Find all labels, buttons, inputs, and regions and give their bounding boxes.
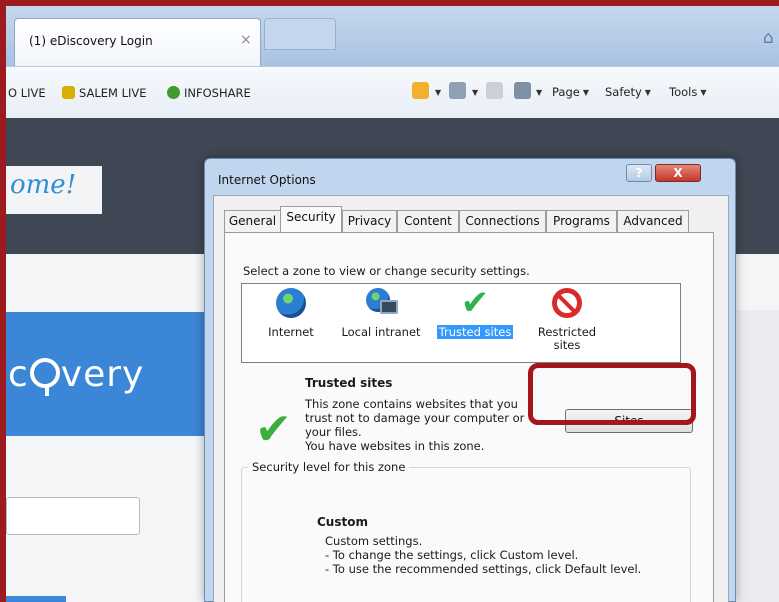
tools-menu[interactable]: Tools ▼ [669,85,707,99]
zone-label: Trusted sites [436,325,514,339]
page-menu-label: Page [552,85,580,99]
logo-text-left: c [8,354,29,395]
intranet-icon [366,288,398,318]
zone-internet[interactable]: Internet [256,288,326,339]
zone-restricted-sites[interactable]: Restricted sites [530,288,604,352]
login-input[interactable] [6,497,140,535]
tab-privacy[interactable]: Privacy [342,210,397,232]
ediscovery-logo: c very [8,354,145,396]
sites-button-highlight [528,363,696,425]
tab-advanced[interactable]: Advanced [617,210,689,232]
tools-menu-label: Tools [669,85,698,99]
login-button-edge[interactable] [6,596,66,602]
browser-tab-strip: (1) eDiscovery Login × ⌂ [6,6,779,66]
description-line: This zone contains websites that you [305,397,518,411]
description-line: - To use the recommended settings, click… [325,562,642,576]
security-level-group: Security level for this zone Custom Cust… [241,460,691,602]
selected-zone-description: This zone contains websites that you tru… [305,397,555,453]
favorites-command-bar: O LIVE SALEM LIVE INFOSHARE ▼ ▼ ▼ Page ▼ … [6,66,779,118]
welcome-text: ome! [10,170,77,200]
page-menu[interactable]: Page ▼ [552,85,589,99]
magnifier-icon [29,358,60,396]
help-button[interactable]: ? [626,164,652,182]
favorite-link-infoshare[interactable]: INFOSHARE [167,86,251,100]
selected-zone-name: Trusted sites [305,376,393,390]
browser-tab[interactable]: (1) eDiscovery Login × [14,18,261,66]
print-dropdown-icon[interactable]: ▼ [533,85,542,99]
zone-local-intranet[interactable]: Local intranet [334,288,428,339]
security-level-description: Custom settings. - To change the setting… [325,534,641,576]
favorite-label: O LIVE [8,86,46,100]
feeds-dropdown-icon[interactable]: ▼ [469,85,478,99]
folder-icon [62,86,75,99]
zone-label: Internet [268,325,314,339]
page-side-panel [737,310,779,602]
checkmark-icon: ✔ [460,283,490,323]
zone-label: Restricted sites [537,325,597,352]
new-tab-button[interactable] [264,18,336,50]
tab-close-icon[interactable]: × [240,32,252,48]
zone-prompt: Select a zone to view or change security… [243,264,530,278]
tab-programs[interactable]: Programs [546,210,617,232]
tab-general[interactable]: General [224,210,281,232]
tab-content[interactable]: Content [397,210,459,232]
tab-title: eDiscovery Login [49,34,153,48]
zone-trusted-sites[interactable]: ✔ Trusted sites [432,283,518,339]
tab-security[interactable]: Security [280,206,342,233]
description-line: - To change the settings, click Custom l… [325,548,579,562]
globe-icon [167,86,180,99]
favorite-link-salem-live[interactable]: SALEM LIVE [62,86,147,100]
safety-menu-label: Safety [605,85,642,99]
favorite-label: INFOSHARE [184,86,251,100]
logo-text-right: very [60,354,145,395]
safety-menu[interactable]: Safety ▼ [605,85,651,99]
favorite-link-o-live[interactable]: O LIVE [8,86,46,100]
home-icon[interactable] [412,82,429,99]
print-icon[interactable] [514,82,531,99]
tab-label: (1) eDiscovery Login [29,34,153,48]
feeds-icon[interactable] [449,82,466,99]
zone-label: Local intranet [341,325,421,339]
tab-connections[interactable]: Connections [459,210,546,232]
zone-list: Internet Local intranet ✔ Trusted sites … [241,283,681,363]
selected-zone-checkmark-icon: ✔ [255,404,292,455]
no-entry-icon [552,288,582,318]
description-line: You have websites in this zone. [305,439,485,453]
description-line: trust not to damage your computer or [305,411,525,425]
security-level-legend: Security level for this zone [248,460,410,474]
globe-icon [276,288,306,318]
security-level-name: Custom [317,515,368,529]
dialog-title: Internet Options [218,173,316,187]
tab-favicon: (1) [29,34,46,48]
favorite-label: SALEM LIVE [79,86,147,100]
home-icon[interactable]: ⌂ [763,28,774,48]
close-button[interactable]: X [655,164,701,182]
description-line: your files. [305,425,362,439]
home-dropdown-icon[interactable]: ▼ [432,85,441,99]
mail-icon[interactable] [486,82,503,99]
description-line: Custom settings. [325,534,423,548]
